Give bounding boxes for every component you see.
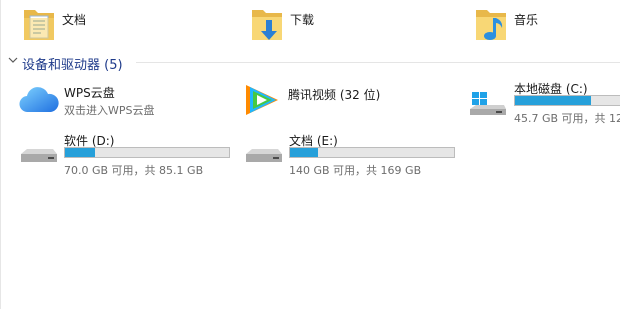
device-tencent-video[interactable]: 腾讯视频 (32 位) <box>242 82 462 118</box>
downloads-folder-icon <box>252 10 282 40</box>
devices-section-header[interactable]: 设备和驱动器 (5) <box>8 52 620 73</box>
folder-label: 下载 <box>290 13 315 27</box>
usage-bar <box>64 147 230 158</box>
folder-label: 音乐 <box>514 13 539 27</box>
windows-drive-icon <box>470 92 506 115</box>
folder-music[interactable]: 音乐 <box>474 4 620 48</box>
documents-folder-icon <box>24 10 54 40</box>
drive-icon <box>21 149 57 162</box>
pane-left-border <box>0 0 1 309</box>
device-subtitle: 双击进入WPS云盘 <box>64 104 155 117</box>
device-documents-e[interactable]: 文档 (E:) 140 GB 可用，共 169 GB <box>243 132 457 178</box>
usage-bar <box>289 147 455 158</box>
chevron-down-icon[interactable] <box>8 55 18 65</box>
free-space-text: 70.0 GB 可用，共 85.1 GB <box>64 164 204 177</box>
folder-documents[interactable]: 文档 <box>22 4 172 48</box>
device-name: 腾讯视频 (32 位) <box>288 88 381 102</box>
section-divider <box>136 62 620 63</box>
device-software-d[interactable]: 软件 (D:) 70.0 GB 可用，共 85.1 GB <box>18 132 232 178</box>
device-name: WPS云盘 <box>64 86 115 100</box>
usage-bar <box>514 95 620 106</box>
free-space-text: 45.7 GB 可用，共 126 <box>514 112 620 125</box>
usage-bar-fill <box>290 148 318 157</box>
section-title: 设备和驱动器 (5) <box>22 58 123 73</box>
drive-icon <box>246 149 282 162</box>
usage-bar-fill <box>65 148 95 157</box>
free-space-text: 140 GB 可用，共 169 GB <box>289 164 422 177</box>
folder-downloads[interactable]: 下载 <box>250 4 400 48</box>
device-local-disk-c[interactable]: 本地磁盘 (C:) 45.7 GB 可用，共 126 <box>468 80 620 125</box>
tencent-video-icon <box>246 85 278 115</box>
cloud-icon <box>19 87 59 113</box>
music-folder-icon <box>476 10 506 40</box>
folder-label: 文档 <box>62 13 87 27</box>
usage-bar-fill <box>515 96 591 105</box>
device-wps-cloud[interactable]: WPS云盘 双击进入WPS云盘 <box>18 84 228 120</box>
